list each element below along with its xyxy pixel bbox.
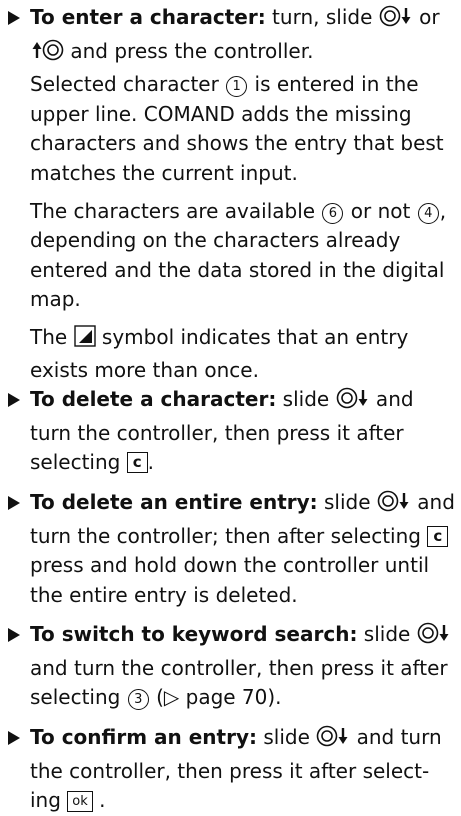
bullet-confirm-entry: To confirm an entry: slide and turn the … <box>8 723 455 816</box>
text-run: press and hold down the controller until… <box>30 553 430 607</box>
bullet-arrow-icon <box>8 11 20 25</box>
bullet-keyword-search: To switch to keyword search: slide and t… <box>8 620 455 713</box>
key-c: c <box>126 452 148 474</box>
callout-number: 4 <box>417 202 439 224</box>
callout-number: 1 <box>226 76 248 98</box>
paragraph-available-characters: The characters are available 6 or not 4,… <box>8 197 455 315</box>
text-run: . <box>147 450 154 475</box>
controller-slide-up-icon <box>30 38 64 71</box>
key-c: c <box>427 525 449 547</box>
bullet-lead: To delete an entire entry: <box>30 489 318 514</box>
controller-slide-down-icon <box>379 4 413 37</box>
bullet-enter-character: To enter a character: turn, slide or and… <box>8 3 455 70</box>
bullet-lead: To delete a character: <box>30 387 277 412</box>
paragraph-selected-character: Selected character 1 is entered in the u… <box>8 70 455 188</box>
text-run: slide <box>276 387 336 412</box>
controller-slide-down-icon <box>417 621 451 654</box>
bullet-arrow-icon <box>8 495 20 510</box>
text-run: The <box>30 324 74 349</box>
bullet-lead: To enter a character: <box>30 5 266 29</box>
controller-slide-down-icon <box>316 724 350 757</box>
callout-number: 3 <box>127 689 149 711</box>
text-run: . <box>92 788 106 813</box>
text-run: or <box>412 5 440 29</box>
bullet-delete-entry: To delete an entire entry: slide and tur… <box>8 488 455 610</box>
text-run: slide <box>357 622 417 647</box>
multiple-entry-symbol-icon <box>73 325 96 356</box>
paragraph-multiple-entry-symbol: The symbol indicates that an entry exist… <box>8 323 455 385</box>
callout-number: 6 <box>322 202 344 224</box>
bullet-lead: To confirm an entry: <box>30 725 257 750</box>
text-run: slide <box>256 725 317 750</box>
text-run: slide <box>317 489 377 514</box>
bullet-lead: To switch to keyword search: <box>30 622 358 647</box>
text-run: and press the controller. <box>64 38 314 63</box>
bullet-arrow-icon <box>8 628 20 643</box>
key-ok: ok <box>67 791 93 813</box>
bullet-delete-character: To delete a character: slide and turn th… <box>8 385 455 478</box>
controller-slide-down-icon <box>377 489 411 522</box>
manual-page: To enter a character: turn, slide or and… <box>0 0 461 816</box>
text-run: turn, slide <box>265 5 379 29</box>
bullet-arrow-icon <box>8 731 20 746</box>
page-reference-link[interactable]: (▷ page 70). <box>150 685 281 709</box>
bullet-arrow-icon <box>8 393 20 408</box>
text-run: or not <box>344 198 417 223</box>
controller-slide-down-icon <box>336 386 370 419</box>
text-run: Selected character <box>30 72 226 97</box>
text-run: The characters are available <box>30 198 322 223</box>
